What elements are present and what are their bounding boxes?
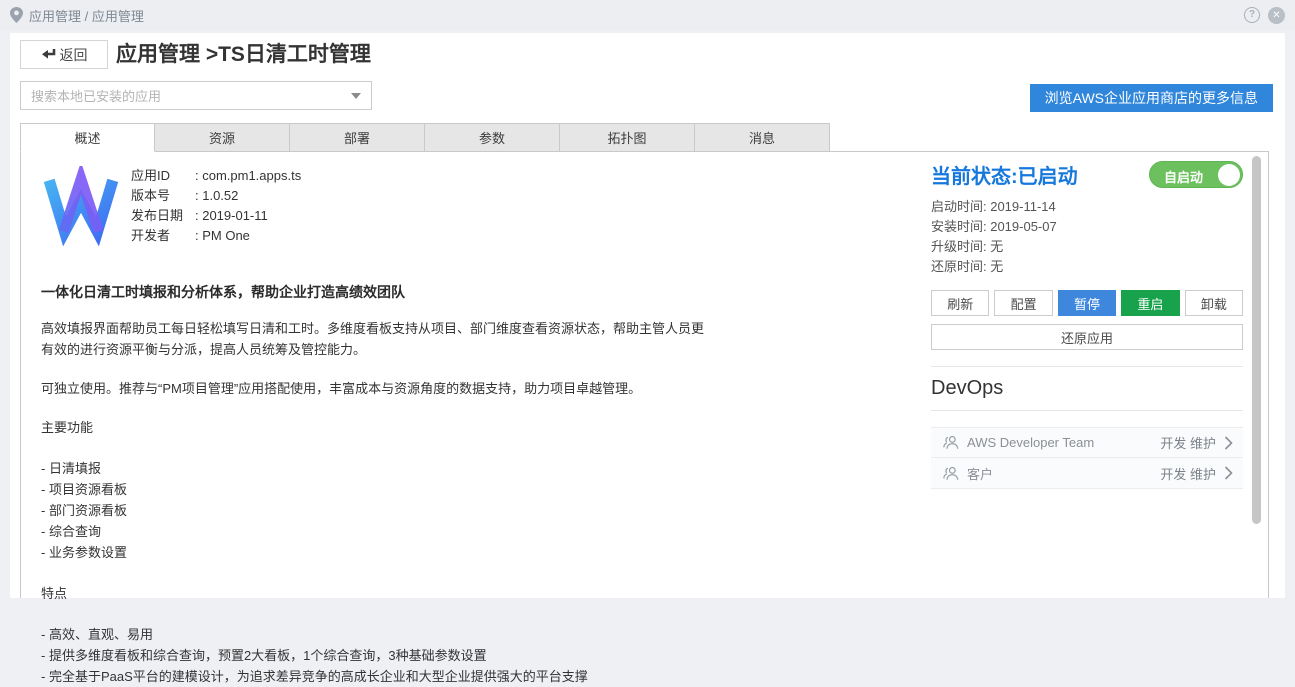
- list-item: - 综合查询: [41, 521, 731, 542]
- tab-params[interactable]: 参数: [425, 123, 560, 152]
- scrollbar-track[interactable]: [1252, 154, 1261, 596]
- restore-app-button[interactable]: 还原应用: [931, 324, 1243, 350]
- chevron-right-icon: [1224, 436, 1233, 450]
- chevron-right-icon: [1224, 466, 1233, 480]
- divider: [931, 410, 1243, 411]
- tab-resources[interactable]: 资源: [155, 123, 290, 152]
- status-start-time: 启动时间: 2019-11-14: [931, 197, 1243, 217]
- list-item: - 部门资源看板: [41, 500, 731, 521]
- app-paragraph-1: 高效填报界面帮助员工每日轻松填写日清和工时。多维度看板支持从项目、部门维度查看资…: [41, 318, 713, 360]
- help-icon[interactable]: ?: [1244, 7, 1260, 23]
- back-button[interactable]: 返回: [20, 40, 108, 69]
- breadcrumb: 应用管理 / 应用管理: [29, 6, 144, 25]
- app-headline: 一体化日清工时填报和分析体系，帮助企业打造高绩效团队: [41, 282, 731, 302]
- page-title: 应用管理 >TS日清工时管理: [116, 38, 371, 68]
- devops-row-name: 客户: [967, 464, 993, 483]
- divider: [931, 366, 1243, 367]
- current-status: 当前状态:已启动: [931, 160, 1078, 189]
- app-paragraph-2: 可独立使用。推荐与“PM项目管理”应用搭配使用，丰富成本与资源角度的数据支持，助…: [41, 378, 713, 399]
- uninstall-button[interactable]: 卸载: [1185, 290, 1243, 316]
- field-version: 版本号 : 1.0.52: [131, 186, 731, 206]
- status-restore-time: 还原时间: 无: [931, 257, 1243, 277]
- close-icon[interactable]: ✕: [1268, 7, 1285, 24]
- devops-row-name: AWS Developer Team: [967, 435, 1094, 450]
- scrollbar-thumb[interactable]: [1252, 156, 1261, 524]
- list-item: - 高效、直观、易用: [41, 624, 731, 645]
- location-pin-icon: [10, 7, 23, 23]
- users-icon: [943, 466, 959, 481]
- toggle-knob: [1218, 164, 1240, 186]
- devops-row-roles: 开发 维护: [1160, 433, 1216, 452]
- field-developer: 开发者 : PM One: [131, 226, 731, 246]
- tab-topology[interactable]: 拓扑图: [560, 123, 695, 152]
- list-item: - 业务参数设置: [41, 542, 731, 563]
- pause-button[interactable]: 暂停: [1058, 290, 1116, 316]
- tab-overview[interactable]: 概述: [20, 123, 155, 152]
- users-icon: [943, 435, 959, 450]
- app-meta-fields: 应用ID : com.pm1.apps.ts 版本号 : 1.0.52 发布日期…: [131, 162, 731, 246]
- list-item: - 提供多维度看板和综合查询，预置2大看板，1个综合查询，3种基础参数设置: [41, 645, 731, 666]
- devops-row-roles: 开发 维护: [1160, 464, 1216, 483]
- status-install-time: 安装时间: 2019-05-07: [931, 217, 1243, 237]
- field-app-id: 应用ID : com.pm1.apps.ts: [131, 166, 731, 186]
- tab-bar: 概述 资源 部署 参数 拓扑图 消息: [20, 123, 830, 152]
- back-arrow-icon: [41, 48, 56, 61]
- back-button-label: 返回: [60, 45, 88, 65]
- app-details: 应用ID : com.pm1.apps.ts 版本号 : 1.0.52 发布日期…: [41, 162, 731, 687]
- search-placeholder: 搜索本地已安装的应用: [31, 86, 161, 105]
- list-item: - 日清填报: [41, 458, 731, 479]
- section-title-highlights: 特点: [41, 583, 731, 602]
- tab-deploy[interactable]: 部署: [290, 123, 425, 152]
- devops-row-customer[interactable]: 客户 开发 维护: [931, 458, 1243, 489]
- action-buttons: 刷新 配置 暂停 重启 卸载: [931, 290, 1243, 316]
- status-upgrade-time: 升级时间: 无: [931, 237, 1243, 257]
- tab-messages[interactable]: 消息: [695, 123, 830, 152]
- main-card: 返回 应用管理 >TS日清工时管理 搜索本地已安装的应用 浏览AWS企业应用商店…: [10, 33, 1285, 598]
- devops-row-aws-team[interactable]: AWS Developer Team 开发 维护: [931, 427, 1243, 458]
- browse-aws-store-button[interactable]: 浏览AWS企业应用商店的更多信息: [1030, 84, 1273, 112]
- devops-title: DevOps: [931, 377, 1243, 400]
- refresh-button[interactable]: 刷新: [931, 290, 989, 316]
- list-item: - 完全基于PaaS平台的建模设计，为追求差异竞争的高成长企业和大型企业提供强大…: [41, 666, 731, 687]
- status-panel: 当前状态:已启动 自启动 启动时间: 2019-11-14 安装时间: 2019…: [931, 160, 1243, 489]
- app-logo: [41, 166, 121, 246]
- chevron-down-icon: [351, 93, 361, 99]
- restart-button[interactable]: 重启: [1121, 290, 1179, 316]
- overview-panel: 应用ID : com.pm1.apps.ts 版本号 : 1.0.52 发布日期…: [20, 151, 1269, 598]
- field-release-date: 发布日期 : 2019-01-11: [131, 206, 731, 226]
- devops-list: AWS Developer Team 开发 维护 客户 开发 维护: [931, 427, 1243, 489]
- top-bar: 应用管理 / 应用管理 ? ✕: [0, 0, 1295, 30]
- list-item: - 项目资源看板: [41, 479, 731, 500]
- status-info: 启动时间: 2019-11-14 安装时间: 2019-05-07 升级时间: …: [931, 197, 1243, 277]
- autostart-toggle[interactable]: 自启动: [1149, 161, 1243, 188]
- autostart-toggle-label: 自启动: [1164, 167, 1203, 186]
- highlights-list: - 高效、直观、易用 - 提供多维度看板和综合查询，预置2大看板，1个综合查询，…: [41, 624, 731, 687]
- features-list: - 日清填报 - 项目资源看板 - 部门资源看板 - 综合查询 - 业务参数设置: [41, 458, 731, 563]
- section-title-features: 主要功能: [41, 417, 731, 436]
- app-description: 一体化日清工时填报和分析体系，帮助企业打造高绩效团队 高效填报界面帮助员工每日轻…: [41, 282, 731, 687]
- configure-button[interactable]: 配置: [994, 290, 1052, 316]
- search-installed-apps-select[interactable]: 搜索本地已安装的应用: [20, 81, 372, 110]
